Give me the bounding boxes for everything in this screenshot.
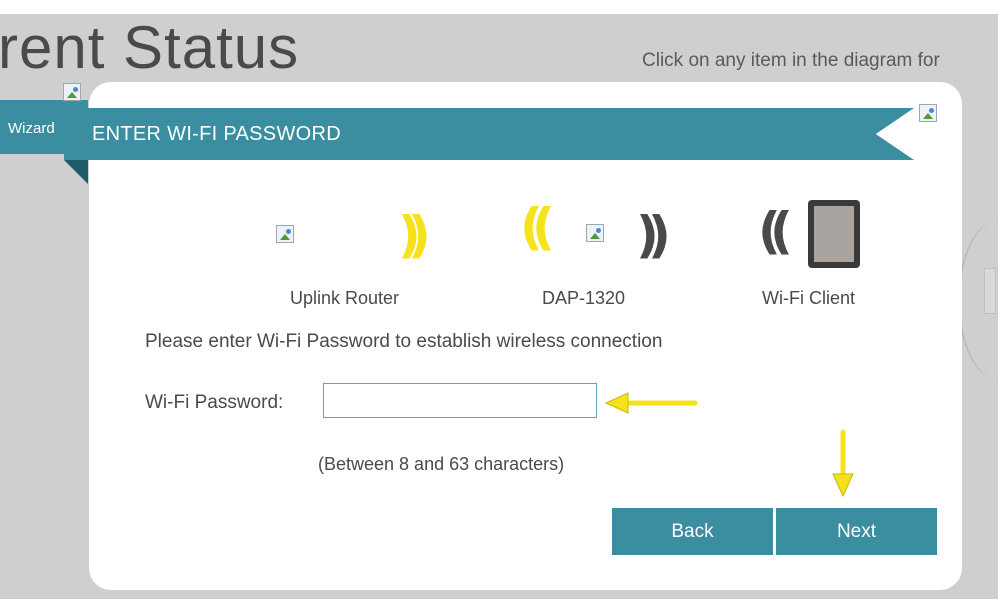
background-wizard-tab-label: Wizard	[8, 120, 55, 137]
wifi-signal-icon: (	[532, 198, 555, 256]
dialog-title: ENTER WI-FI PASSWORD	[92, 123, 341, 145]
device-label-dap-1320: DAP-1320	[542, 288, 626, 308]
device-label-uplink-router: Uplink Router	[290, 288, 400, 308]
dialog-header-fold	[64, 160, 88, 184]
background-diagram-node	[984, 268, 996, 314]
wifi-password-input[interactable]	[323, 383, 597, 418]
password-length-hint: (Between 8 and 63 characters)	[318, 454, 565, 474]
background-top-strip	[0, 0, 1004, 14]
dap-1320-icon	[586, 224, 604, 242]
wifi-signal-icon: )	[408, 206, 431, 264]
back-button[interactable]: Back	[612, 508, 773, 555]
background-page-title: rent Status	[0, 14, 300, 81]
background-hint-text: Click on any item in the diagram for	[642, 50, 940, 71]
next-button[interactable]: Next	[776, 508, 937, 555]
wifi-signal-icon: )	[648, 206, 671, 264]
uplink-router-icon	[276, 225, 294, 243]
password-label: Wi-Fi Password:	[145, 392, 284, 413]
close-icon[interactable]	[919, 104, 937, 122]
broken-image-icon	[63, 83, 81, 101]
instruction-text: Please enter Wi-Fi Password to establish…	[145, 331, 663, 352]
tablet-screen	[814, 206, 854, 262]
wifi-signal-icon: (	[770, 202, 793, 260]
device-label-wifi-client: Wi-Fi Client	[762, 288, 855, 308]
